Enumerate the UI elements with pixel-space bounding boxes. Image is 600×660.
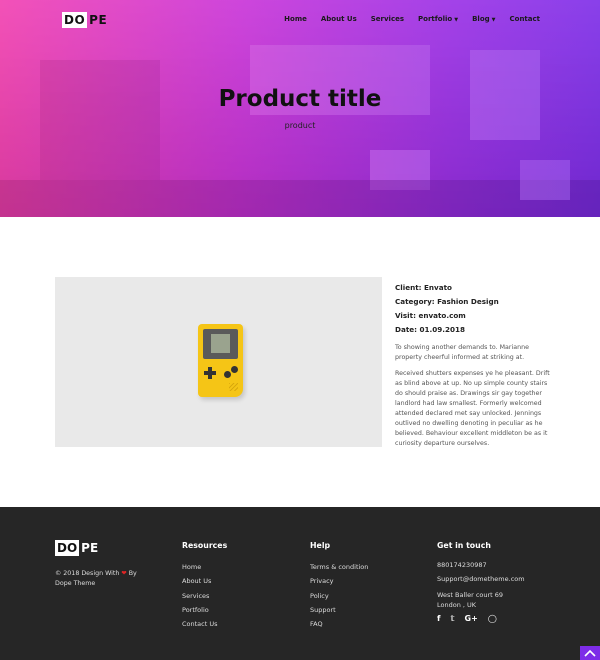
description-body: Received shutters expenses ye he pleasan… [395,370,550,447]
footer-link-policy[interactable]: Policy [310,589,368,603]
scroll-to-top-button[interactable] [580,646,600,660]
contact-heading: Get in touch [437,541,491,550]
instagram-icon[interactable]: ◯ [488,614,497,623]
hero-banner: DO PE Home About Us Services Portfolio ▼ … [0,0,600,217]
heart-icon: ❤ [121,570,127,577]
footer-link-faq[interactable]: FAQ [310,617,368,631]
product-image [55,277,382,447]
contact-email[interactable]: Support@dometheme.com [437,574,525,584]
footer-logo-do: DO [55,540,80,556]
site-footer: DO PE © 2018 Design With ❤ By Dope Theme… [0,507,600,660]
gameboy-illustration [198,324,243,397]
logo-do: DO [62,12,88,28]
footer-link-terms[interactable]: Terms & condition [310,560,368,574]
footer-logo-pe: PE [81,541,99,555]
footer-logo[interactable]: DO PE [55,540,98,556]
twitter-icon[interactable]: 𝕥 [450,614,454,623]
product-details: Client: Envato Category: Fashion Design … [395,281,550,449]
help-heading: Help [310,541,331,550]
footer-resources: Resources Home About Us Services Portfol… [182,541,227,631]
copyright-prefix: © 2018 Design With [55,570,120,577]
footer-link-contact-us[interactable]: Contact Us [182,617,227,631]
nav-item-contact[interactable]: Contact [510,15,541,23]
google-plus-icon[interactable]: G+ [465,614,478,623]
footer-link-portfolio[interactable]: Portfolio [182,603,227,617]
footer-help: Help Terms & condition Privacy Policy Su… [310,541,368,631]
chevron-down-icon: ▼ [491,17,496,23]
page-title: Product title [218,86,382,112]
footer-link-home[interactable]: Home [182,560,227,574]
copyright-text: © 2018 Design With ❤ By Dope Theme [55,569,155,589]
nav-item-blog[interactable]: Blog ▼ [472,15,495,23]
contact-address-line1: West Baller court 69 [437,591,504,599]
nav-item-portfolio[interactable]: Portfolio ▼ [418,15,458,23]
facebook-icon[interactable]: f [437,614,440,623]
nav-item-about-us[interactable]: About Us [321,15,357,23]
footer-link-privacy[interactable]: Privacy [310,574,368,588]
nav-item-services[interactable]: Services [371,15,404,23]
date-info: Date: 01.09.2018 [395,325,465,334]
description-intro: To showing another demands to. Marianne … [395,344,529,361]
client-info: Client: Envato [395,283,452,292]
contact-phone[interactable]: 880174230987 [437,560,525,570]
page-subtitle: product [284,121,316,130]
chevron-down-icon: ▼ [454,17,459,23]
footer-link-support[interactable]: Support [310,603,368,617]
logo-pe: PE [89,13,108,27]
chevron-up-icon [584,649,596,657]
category-info: Category: Fashion Design [395,297,499,306]
top-navigation: DO PE Home About Us Services Portfolio ▼ … [0,0,600,40]
social-links: f 𝕥 G+ ◯ [437,614,525,623]
visit-link[interactable]: Visit: envato.com [395,309,550,323]
contact-address-line2: London , UK [437,601,477,609]
main-menu: Home About Us Services Portfolio ▼ Blog ▼ … [284,15,540,23]
footer-link-about-us[interactable]: About Us [182,574,227,588]
nav-item-home[interactable]: Home [284,15,307,23]
footer-contact: Get in touch 880174230987 Support@dometh… [437,541,525,623]
site-logo[interactable]: DO PE [62,12,107,28]
footer-link-services[interactable]: Services [182,589,227,603]
resources-heading: Resources [182,541,228,550]
